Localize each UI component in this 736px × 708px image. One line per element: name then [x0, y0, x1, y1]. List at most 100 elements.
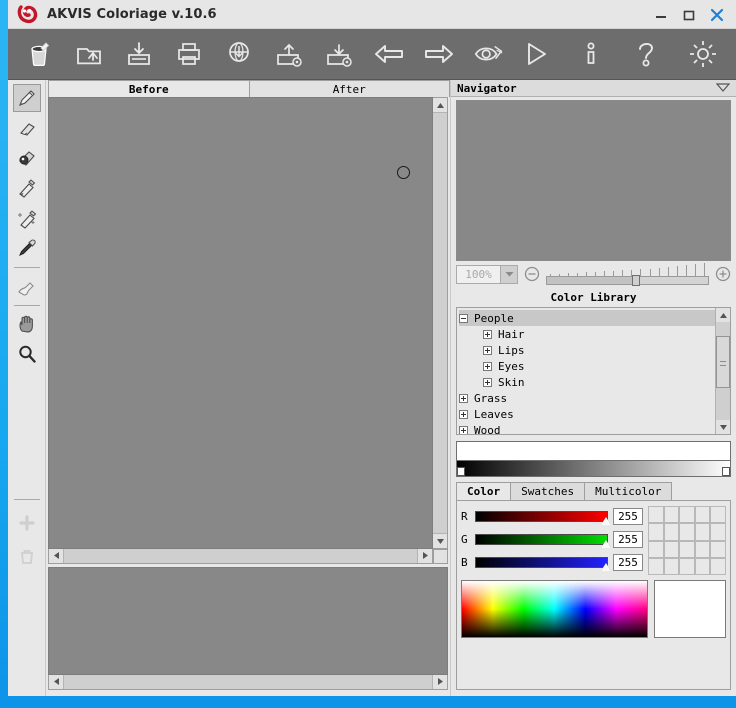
- run-icon[interactable]: [518, 37, 552, 71]
- swatch-cell[interactable]: [648, 541, 664, 558]
- expand-box-icon[interactable]: [483, 346, 492, 355]
- swatch-cell[interactable]: [664, 506, 680, 523]
- swatch-cell[interactable]: [648, 506, 664, 523]
- swatch-cell[interactable]: [695, 506, 711, 523]
- navigator-preview[interactable]: [456, 100, 731, 261]
- blue-value-field[interactable]: 255: [613, 554, 643, 571]
- zoom-tool[interactable]: [13, 340, 41, 368]
- color-gradient-strip[interactable]: [456, 461, 731, 477]
- info-icon[interactable]: [574, 37, 608, 71]
- zoom-slider[interactable]: [546, 262, 709, 286]
- swatch-cell[interactable]: [679, 523, 695, 540]
- maximize-button[interactable]: [676, 3, 702, 27]
- zoom-slider-handle[interactable]: [632, 275, 640, 286]
- colorize-brush-tool[interactable]: [13, 174, 41, 202]
- collapse-box-icon[interactable]: [459, 314, 468, 323]
- save-strokes-icon[interactable]: [322, 37, 356, 71]
- swatch-cell[interactable]: [664, 558, 680, 575]
- green-value-field[interactable]: 255: [613, 531, 643, 548]
- red-slider[interactable]: [475, 511, 608, 522]
- help-icon[interactable]: [630, 37, 664, 71]
- swatch-cell[interactable]: [695, 541, 711, 558]
- strokes-scroll-left-arrow[interactable]: [49, 675, 63, 688]
- tab-before[interactable]: Before: [48, 80, 250, 97]
- canvas-horizontal-scrollbar[interactable]: [48, 549, 433, 564]
- scroll-left-arrow[interactable]: [49, 549, 63, 562]
- expand-box-icon[interactable]: [459, 394, 468, 403]
- expand-box-icon[interactable]: [483, 362, 492, 371]
- paint-bucket-icon[interactable]: [22, 37, 56, 71]
- expand-box-icon[interactable]: [483, 330, 492, 339]
- tree-node-leaves[interactable]: Leaves: [459, 406, 715, 422]
- selected-color-strip[interactable]: [456, 441, 731, 461]
- keep-color-tool[interactable]: [13, 144, 41, 172]
- scroll-right-arrow[interactable]: [418, 549, 432, 562]
- tab-color[interactable]: Color: [456, 482, 511, 500]
- swatch-cell[interactable]: [664, 541, 680, 558]
- zoom-level-combobox[interactable]: 100%: [456, 265, 518, 284]
- swatch-grid[interactable]: [648, 506, 726, 575]
- tree-scroll-track[interactable]: [716, 322, 730, 420]
- swatch-cell[interactable]: [648, 558, 664, 575]
- swatch-cell[interactable]: [679, 558, 695, 575]
- color-picker-tool[interactable]: [13, 234, 41, 262]
- chevron-down-icon[interactable]: [716, 82, 730, 95]
- zoom-in-button[interactable]: [715, 266, 731, 282]
- swatch-cell[interactable]: [710, 523, 726, 540]
- current-color-preview[interactable]: [654, 580, 726, 638]
- green-slider[interactable]: [475, 534, 608, 545]
- resize-grip[interactable]: [433, 549, 448, 564]
- hue-saturation-picker[interactable]: [461, 580, 648, 638]
- swatch-cell[interactable]: [710, 506, 726, 523]
- chevron-down-icon[interactable]: [500, 266, 517, 283]
- blue-slider-handle[interactable]: [601, 563, 611, 571]
- red-slider-handle[interactable]: [601, 517, 611, 525]
- tree-node-skin[interactable]: Skin: [459, 374, 715, 390]
- add-icon[interactable]: [14, 510, 40, 536]
- horizontal-scroll-track[interactable]: [63, 549, 418, 563]
- swatch-cell[interactable]: [710, 558, 726, 575]
- blue-slider[interactable]: [475, 557, 608, 568]
- tab-swatches[interactable]: Swatches: [510, 482, 585, 500]
- tree-node-hair[interactable]: Hair: [459, 326, 715, 342]
- swatch-cell[interactable]: [679, 541, 695, 558]
- delete-icon[interactable]: [14, 544, 40, 570]
- close-button[interactable]: [704, 3, 730, 27]
- recolor-brush-tool[interactable]: [13, 272, 41, 300]
- swatch-cell[interactable]: [648, 523, 664, 540]
- vertical-scroll-track[interactable]: [433, 112, 447, 534]
- strokes-scroll-right-arrow[interactable]: [433, 675, 447, 688]
- expand-box-icon[interactable]: [459, 426, 468, 435]
- strokes-canvas[interactable]: [48, 567, 448, 675]
- eraser-tool[interactable]: [13, 114, 41, 142]
- swatch-cell[interactable]: [664, 523, 680, 540]
- zoom-slider-track[interactable]: [546, 276, 709, 285]
- publish-icon[interactable]: [222, 37, 256, 71]
- expand-box-icon[interactable]: [483, 378, 492, 387]
- quick-preview-icon[interactable]: [472, 37, 506, 71]
- tree-scroll-down-arrow[interactable]: [716, 420, 730, 434]
- tree-scroll-thumb[interactable]: [716, 336, 730, 388]
- load-strokes-icon[interactable]: [272, 37, 306, 71]
- open-image-icon[interactable]: [72, 37, 106, 71]
- settings-icon[interactable]: [686, 37, 720, 71]
- minimize-button[interactable]: [648, 3, 674, 27]
- strokes-horizontal-scrollbar[interactable]: [48, 675, 448, 690]
- swatch-cell[interactable]: [679, 506, 695, 523]
- hand-tool[interactable]: [13, 310, 41, 338]
- pencil-tool[interactable]: [13, 84, 41, 112]
- swatch-cell[interactable]: [710, 541, 726, 558]
- tree-node-people[interactable]: People: [459, 310, 715, 326]
- tree-node-lips[interactable]: Lips: [459, 342, 715, 358]
- green-slider-handle[interactable]: [601, 540, 611, 548]
- canvas-vertical-scrollbar[interactable]: [433, 97, 448, 549]
- save-image-icon[interactable]: [122, 37, 156, 71]
- zoom-out-button[interactable]: [524, 266, 540, 282]
- strokes-scroll-track[interactable]: [63, 675, 433, 689]
- tree-node-grass[interactable]: Grass: [459, 390, 715, 406]
- redo-icon[interactable]: [422, 37, 456, 71]
- undo-icon[interactable]: [372, 37, 406, 71]
- scroll-down-arrow[interactable]: [433, 534, 447, 548]
- swatch-cell[interactable]: [695, 558, 711, 575]
- tab-after[interactable]: After: [249, 80, 451, 97]
